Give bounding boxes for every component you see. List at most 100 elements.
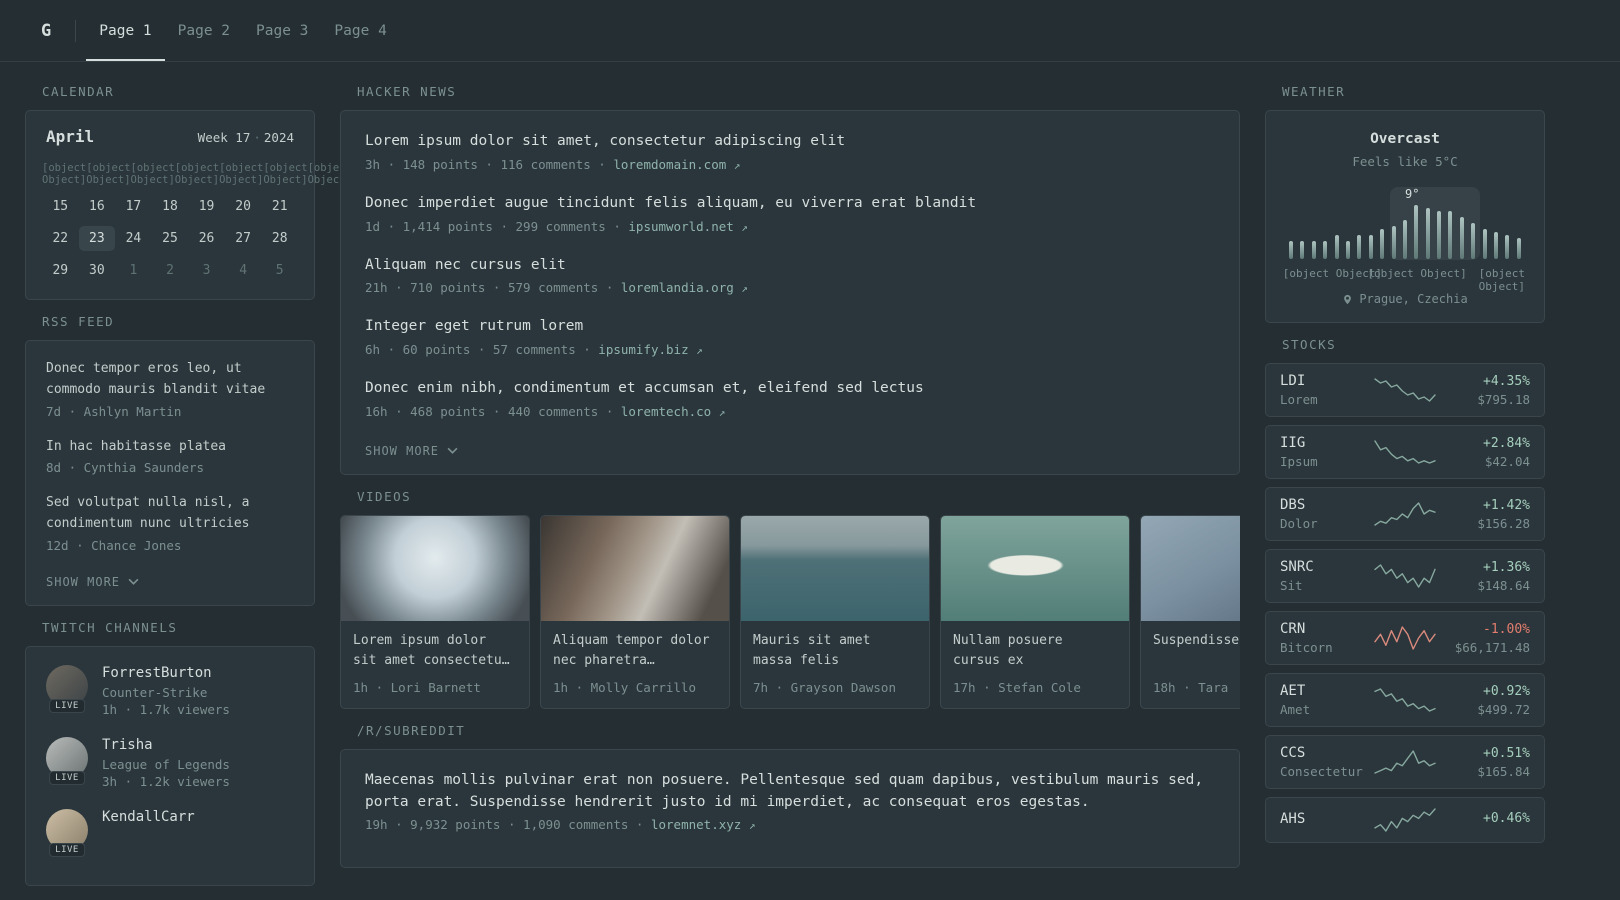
stock-price: $156.28 [1477, 515, 1530, 531]
news-item-link[interactable]: loremlandia.org ↗ [621, 280, 748, 295]
stock-name: Lorem [1280, 392, 1318, 407]
news-item-link[interactable]: loremtech.co ↗ [621, 404, 725, 419]
calendar-day: 30 [89, 263, 105, 278]
stock-row[interactable]: IIG Ipsum +2.84% $42.04 [1265, 425, 1545, 479]
video-thumbnail[interactable] [341, 515, 529, 621]
live-badge: LIVE [49, 842, 85, 857]
channel-name[interactable]: KendallCarr [102, 809, 195, 825]
nav-tab[interactable]: Page 2 [165, 0, 243, 61]
twitch-channel-row[interactable]: LIVE ForrestBurton Counter-Strike 1h · 1… [46, 664, 294, 717]
calendar-days: 15 16 17 18 19 20 21 22 23 24 25 26 27 28 29 30 1 2 3 4 5 [42, 194, 298, 283]
rss-item-title[interactable]: Donec tempor eros leo, ut commodo mauris… [46, 359, 294, 401]
reddit-post-title[interactable]: Maecenas mollis pulvinar erat non posuer… [365, 770, 1215, 814]
weather-bar [1391, 226, 1396, 259]
nav-tab[interactable]: Page 3 [243, 0, 321, 61]
news-item-link[interactable]: ipsumify.biz ↗ [598, 342, 702, 357]
weather-time-label: [object Object] [1367, 267, 1467, 280]
channel-name[interactable]: ForrestBurton [102, 665, 230, 681]
weather-bar [1368, 235, 1373, 259]
video-meta: 7h · Grayson Dawson [753, 679, 896, 695]
show-more-label: SHOW MORE [46, 574, 121, 589]
calendar-day: 26 [198, 231, 215, 246]
weather-bar [1459, 216, 1464, 259]
weather-bar [1289, 241, 1293, 259]
twitch-channel-row[interactable]: LIVE KendallCarr [46, 808, 294, 857]
weather-location: Prague, Czechia [1284, 292, 1526, 306]
external-link-icon: ↗ [733, 158, 741, 172]
channel-meta: 1h · 1.7k viewers [102, 701, 230, 717]
stock-values: +2.84% $42.04 [1436, 436, 1530, 469]
video-thumbnail[interactable] [541, 515, 729, 621]
weather-bar [1516, 237, 1521, 259]
stock-row[interactable]: AHS +0.46% [1265, 797, 1545, 843]
stock-values: +0.92% $499.72 [1436, 684, 1530, 717]
hackernews-list: Lorem ipsum dolor sit amet, consectetur … [365, 131, 1215, 419]
weather-bar [1505, 235, 1510, 259]
subreddit-section: /R/SUBREDDIT Maecenas mollis pulvinar er… [340, 723, 1240, 869]
video-title[interactable]: Nullam posuere cursus ex [941, 621, 1129, 673]
stock-row[interactable]: LDI Lorem +4.35% $795.18 [1265, 363, 1545, 417]
stock-id: DBS Dolor [1280, 497, 1374, 531]
chevron-down-icon [128, 579, 139, 586]
news-item-title[interactable]: Lorem ipsum dolor sit amet, consectetur … [365, 131, 1215, 153]
location-pin-icon [1344, 294, 1352, 304]
stock-name: Ipsum [1280, 454, 1318, 469]
rss-item-title[interactable]: Sed volutpat nulla nisl, a condimentum n… [46, 493, 294, 535]
stocks-section: STOCKS LDI Lorem +4.35% $795.18 IIG Ipsu… [1265, 337, 1545, 843]
stock-price: $165.84 [1477, 763, 1530, 779]
video-title[interactable]: Suspendisse diam [1141, 621, 1240, 673]
video-card[interactable]: Aliquam tempor dolor nec pharetra… 1h · … [540, 514, 730, 709]
weather-bars [1284, 205, 1526, 259]
video-title[interactable]: Aliquam tempor dolor nec pharetra… [541, 621, 729, 673]
stocks-list: LDI Lorem +4.35% $795.18 IIG Ipsum +2.84… [1265, 363, 1545, 843]
stock-price: $148.64 [1477, 577, 1530, 593]
calendar-dow-row: [object Object] [object Object] [object Ob… [42, 162, 352, 186]
stock-row[interactable]: AET Amet +0.92% $499.72 [1265, 673, 1545, 727]
weather-widget: Overcast Feels like 5°C 9° [object Objec… [1265, 110, 1545, 323]
weather-condition: Overcast [1370, 131, 1440, 147]
nav-tab[interactable]: Page 1 [86, 0, 165, 61]
weather-bar [1437, 210, 1442, 259]
video-card[interactable]: Nullam posuere cursus ex 17h · Stefan Co… [940, 514, 1130, 709]
hackernews-section: HACKER NEWS Lorem ipsum dolor sit amet, … [340, 84, 1240, 475]
rss-item-title[interactable]: In hac habitasse platea [46, 437, 294, 458]
stock-row[interactable]: CCS Consectetur +0.51% $165.84 [1265, 735, 1545, 789]
video-title[interactable]: Lorem ipsum dolor sit amet consectetu… [341, 621, 529, 673]
show-more-button[interactable]: SHOW MORE [46, 571, 139, 591]
video-thumbnail[interactable] [941, 515, 1129, 621]
stock-symbol: SNRC [1280, 559, 1314, 575]
stock-row[interactable]: SNRC Sit +1.36% $148.64 [1265, 549, 1545, 603]
external-link-icon: ↗ [696, 344, 703, 357]
video-title[interactable]: Mauris sit amet massa felis [741, 621, 929, 673]
news-item-title[interactable]: Donec enim nibh, condimentum et accumsan… [365, 378, 1215, 400]
calendar-day: 5 [275, 263, 284, 278]
news-item-title[interactable]: Aliquam nec cursus elit [365, 255, 1215, 277]
news-item-title[interactable]: Donec imperdiet augue tincidunt felis al… [365, 193, 1215, 215]
nav-tab[interactable]: Page 4 [321, 0, 399, 61]
news-item-title[interactable]: Integer eget rutrum lorem [365, 316, 1215, 338]
stock-row[interactable]: CRN Bitcorn -1.00% $66,171.48 [1265, 611, 1545, 665]
channel-game: Counter-Strike [102, 684, 208, 700]
rss-item: Sed volutpat nulla nisl, a condimentum n… [46, 493, 294, 553]
show-more-button[interactable]: SHOW MORE [365, 440, 458, 460]
video-thumbnail[interactable] [741, 515, 929, 621]
news-item-link[interactable]: loremdomain.com ↗ [613, 157, 740, 172]
calendar-dow: [object Object] [42, 162, 87, 186]
rss-item: Donec tempor eros leo, ut commodo mauris… [46, 359, 294, 419]
reddit-post-link[interactable]: loremnet.xyz ↗ [651, 817, 755, 832]
news-item: Donec imperdiet augue tincidunt felis al… [365, 193, 1215, 234]
stock-row[interactable]: DBS Dolor +1.42% $156.28 [1265, 487, 1545, 541]
calendar-day: 28 [271, 231, 288, 246]
video-card[interactable]: Lorem ipsum dolor sit amet consectetu… 1… [340, 514, 530, 709]
news-item: Aliquam nec cursus elit 21h · 710 points… [365, 255, 1215, 296]
video-card[interactable]: Mauris sit amet massa felis 7h · Grayson… [740, 514, 930, 709]
twitch-channel-row[interactable]: LIVE Trisha League of Legends 3h · 1.2k … [46, 736, 294, 789]
calendar-dow: [object Object] [174, 162, 220, 186]
video-thumbnail[interactable] [1141, 515, 1240, 621]
calendar-day: 25 [162, 231, 178, 246]
stock-change: +0.51% [1483, 745, 1530, 761]
weather-section: WEATHER Overcast Feels like 5°C 9° [obje… [1265, 84, 1545, 323]
channel-name[interactable]: Trisha [102, 737, 230, 753]
video-card[interactable]: Suspendisse diam 18h · Tara [1140, 514, 1240, 709]
news-item-link[interactable]: ipsumworld.net ↗ [628, 219, 748, 234]
